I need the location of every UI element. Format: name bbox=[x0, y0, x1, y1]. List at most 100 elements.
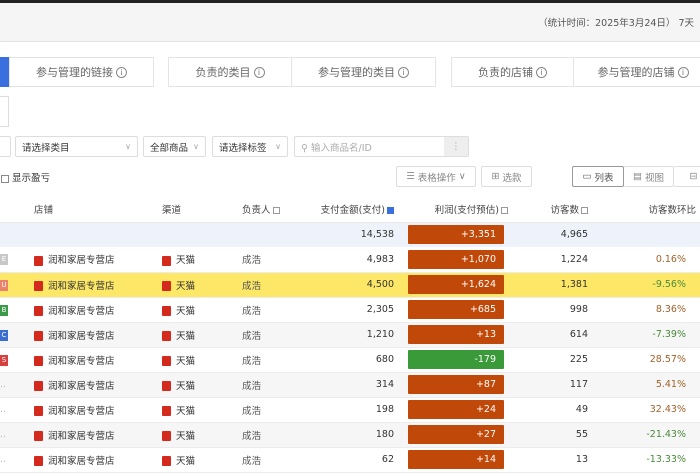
product-tag: C bbox=[0, 329, 8, 341]
active-tab-edge[interactable] bbox=[0, 57, 9, 87]
range-selector[interactable]: 7天 bbox=[678, 18, 694, 29]
button-label: 视图 bbox=[644, 172, 664, 184]
left-box[interactable] bbox=[0, 96, 9, 127]
table-ops-button[interactable]: ☰ 表格操作 ∨ bbox=[396, 166, 476, 187]
table-row[interactable]: .. 润和家居专营店 天猫 成浩 180 +27 55 -21.43% bbox=[0, 422, 700, 448]
table-row[interactable]: .. 润和家居专营店 天猫 成浩 198 +24 49 32.43% bbox=[0, 397, 700, 423]
profit-bar: +685 bbox=[408, 300, 504, 319]
left-select[interactable] bbox=[0, 136, 11, 157]
info-icon[interactable]: i bbox=[398, 66, 409, 78]
sort-icon[interactable] bbox=[387, 206, 394, 214]
table-row[interactable]: E 润和家居专营店 天猫 成浩 4,983 +1,070 1,224 0.16% bbox=[0, 247, 700, 273]
tab-managed-stores[interactable]: 参与管理的店铺 i bbox=[573, 57, 700, 87]
tab-owned-stores[interactable]: 负责的店铺 i bbox=[451, 57, 574, 87]
goods-select[interactable]: 全部商品 ∨ bbox=[143, 136, 206, 157]
tmall-icon bbox=[162, 356, 171, 366]
select-value: 全部商品 bbox=[150, 142, 189, 154]
tab-label: 参与管理的类目 bbox=[318, 66, 395, 79]
visitors: 225 bbox=[512, 347, 592, 373]
store-name[interactable]: 润和家居专营店 bbox=[48, 356, 115, 367]
more-icon[interactable]: ⋮ bbox=[444, 137, 468, 156]
store-icon bbox=[34, 331, 43, 341]
visitor-ratio: 28.57% bbox=[592, 347, 700, 373]
info-icon[interactable]: i bbox=[536, 66, 547, 78]
col-owner[interactable]: 负责人 bbox=[238, 196, 298, 223]
summary-row: 14,538 +3,351 4,965 bbox=[0, 222, 700, 247]
col-store[interactable]: 店铺 bbox=[30, 196, 158, 223]
owner: 成浩 bbox=[238, 397, 298, 423]
search-icon: ⚲ bbox=[301, 142, 308, 154]
more-view-button[interactable]: ⊟ bbox=[674, 166, 700, 187]
store-icon bbox=[34, 281, 43, 291]
filter-icon[interactable] bbox=[581, 206, 588, 214]
visitors: 13 bbox=[512, 447, 592, 473]
table-row[interactable]: U 润和家居专营店 天猫 成浩 4,500 +1,624 1,381 -9.56… bbox=[0, 272, 700, 298]
store-name[interactable]: 润和家居专营店 bbox=[48, 306, 115, 317]
store-icon bbox=[34, 306, 43, 316]
select-button[interactable]: ⊞ 选款 bbox=[481, 166, 532, 187]
visitor-ratio: 8.36% bbox=[592, 297, 700, 323]
visitor-ratio: -13.33% bbox=[592, 447, 700, 473]
tab-owned-categories[interactable]: 负责的类目 i bbox=[168, 57, 292, 87]
checkbox-label: 显示盈亏 bbox=[12, 173, 51, 184]
category-select[interactable]: 请选择类目 ∨ bbox=[15, 136, 138, 157]
table-row[interactable]: B 润和家居专营店 天猫 成浩 2,305 +685 998 8.36% bbox=[0, 297, 700, 323]
amount: 198 bbox=[298, 397, 398, 423]
chart-view-button[interactable]: ▤ 视图 bbox=[624, 166, 674, 187]
visitor-ratio: 32.43% bbox=[592, 397, 700, 423]
store-name[interactable]: 润和家居专营店 bbox=[48, 456, 115, 467]
visitor-ratio: -7.39% bbox=[592, 322, 700, 348]
search-box[interactable]: ⚲ 输入商品名/ID ⋮ bbox=[294, 136, 469, 157]
owner: 成浩 bbox=[238, 447, 298, 473]
show-loss-checkbox[interactable]: 显示盈亏 bbox=[1, 170, 50, 184]
search-input[interactable]: 输入商品名/ID bbox=[311, 143, 372, 154]
store-name[interactable]: 润和家居专营店 bbox=[48, 281, 115, 292]
col-visitors[interactable]: 访客数 bbox=[512, 196, 592, 223]
store-name[interactable]: 润和家居专营店 bbox=[48, 431, 115, 442]
store-name[interactable]: 润和家居专营店 bbox=[48, 381, 115, 392]
info-icon[interactable]: i bbox=[253, 66, 265, 78]
product-tag: U bbox=[0, 279, 8, 291]
info-icon[interactable]: i bbox=[116, 66, 127, 78]
amount: 314 bbox=[298, 372, 398, 398]
channel: 天猫 bbox=[176, 330, 196, 342]
chevron-down-icon: ∨ bbox=[275, 142, 281, 151]
filter-icon[interactable] bbox=[272, 206, 280, 214]
store-name[interactable]: 润和家居专营店 bbox=[48, 331, 115, 342]
tmall-icon bbox=[162, 306, 171, 316]
info-icon[interactable]: i bbox=[677, 66, 689, 78]
col-profit[interactable]: 利润(支付预估) bbox=[398, 196, 512, 223]
channel: 天猫 bbox=[176, 380, 196, 392]
profit-bar: +14 bbox=[408, 450, 504, 469]
list-view-icon: ▭ bbox=[582, 171, 592, 182]
tab-managed-categories[interactable]: 参与管理的类目 i bbox=[291, 57, 436, 87]
store-name[interactable]: 润和家居专营店 bbox=[48, 406, 115, 417]
select-value: 请选择类目 bbox=[22, 142, 70, 154]
store-icon bbox=[34, 255, 43, 266]
summary-amount: 14,538 bbox=[298, 222, 398, 247]
col-visitor-ratio[interactable]: 访客数环比 bbox=[592, 196, 700, 223]
list-view-button[interactable]: ▭ 列表 bbox=[572, 166, 624, 187]
col-channel[interactable]: 渠道 bbox=[158, 196, 238, 223]
table-row[interactable]: C 润和家居专营店 天猫 成浩 1,210 +13 614 -7.39% bbox=[0, 322, 700, 348]
col-amount[interactable]: 支付金额(支付) bbox=[298, 196, 398, 223]
filter-icon[interactable] bbox=[501, 206, 508, 214]
tmall-icon bbox=[162, 406, 171, 416]
channel: 天猫 bbox=[176, 455, 196, 467]
data-table: 店铺 渠道 负责人 支付金额(支付) 利润(支付预估) 访客数 访客数环比 14… bbox=[0, 196, 700, 473]
channel: 天猫 bbox=[176, 305, 196, 317]
button-label: 表格操作 bbox=[417, 172, 456, 184]
channel: 天猫 bbox=[176, 405, 196, 417]
channel: 天猫 bbox=[176, 430, 196, 442]
table-row[interactable]: .. 润和家居专营店 天猫 成浩 62 +14 13 -13.33% bbox=[0, 447, 700, 473]
tag-select[interactable]: 请选择标签 ∨ bbox=[212, 136, 288, 157]
list-icon: ☰ bbox=[406, 171, 415, 182]
owner: 成浩 bbox=[238, 247, 298, 273]
tab-managed-links[interactable]: 参与管理的链接 i bbox=[9, 57, 154, 87]
owner: 成浩 bbox=[238, 347, 298, 373]
store-name[interactable]: 润和家居专营店 bbox=[48, 255, 115, 266]
table-row[interactable]: .. 润和家居专营店 天猫 成浩 314 +87 117 5.41% bbox=[0, 372, 700, 398]
product-thumb: .. bbox=[0, 379, 7, 390]
table-row[interactable]: S 润和家居专营店 天猫 成浩 680 -179 225 28.57% bbox=[0, 347, 700, 373]
product-tag: E bbox=[0, 254, 8, 266]
